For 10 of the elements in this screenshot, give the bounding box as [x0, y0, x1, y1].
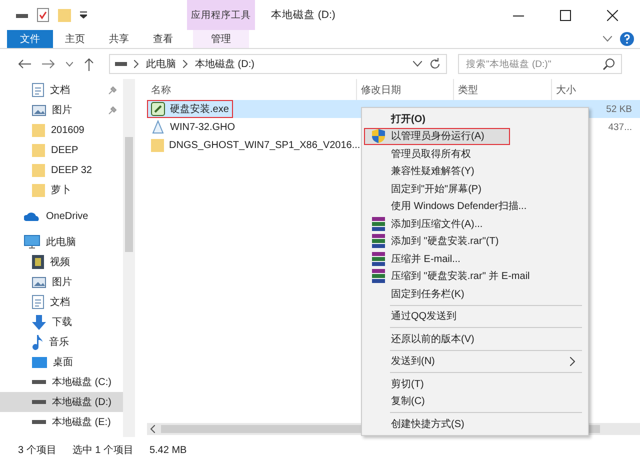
file-name: 硬盘安装.exe [170, 102, 229, 116]
status-text: 选中 1 个项目 [72, 444, 134, 457]
file-name: WIN7-32.GHO [170, 122, 236, 132]
file-size: 52 KB [606, 104, 632, 114]
file-size: 437... [608, 122, 632, 132]
tool-group-label: 应用程序工具 [187, 0, 255, 30]
file-name: DNGS_GHOST_WIN7_SP1_X86_V2016... [169, 140, 360, 150]
status-text: 3 个项目 [18, 444, 56, 457]
window-title: 本地磁盘 (D:) [271, 8, 336, 22]
status-text: 5.42 MB [149, 444, 187, 456]
